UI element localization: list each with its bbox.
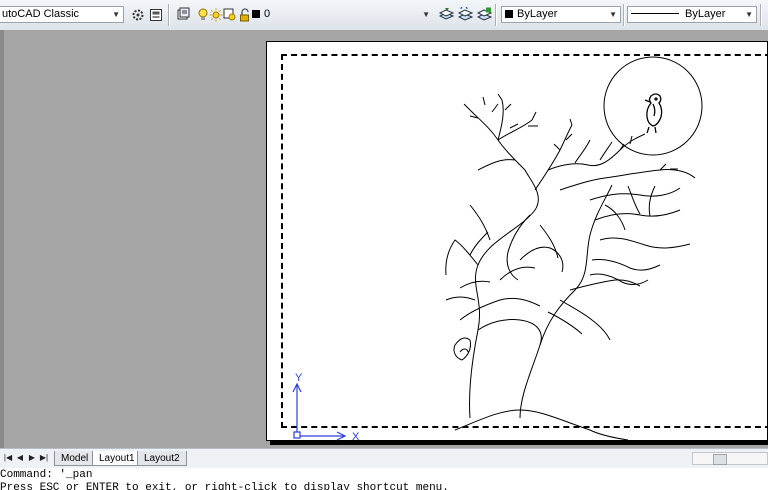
- tab-layout1-label: Layout1: [99, 453, 135, 464]
- ucs-icon: [292, 382, 347, 441]
- command-line-window[interactable]: Command: '_pan Press ESC or ENTER to exi…: [0, 468, 768, 490]
- tab-layout2-label: Layout2: [144, 453, 180, 464]
- tab-model[interactable]: Model: [54, 451, 96, 466]
- command-prompt-line: Press ESC or ENTER to exit, or right-cli…: [0, 482, 449, 490]
- ucs-x-label: X: [352, 431, 360, 443]
- bird-figure: [644, 93, 663, 134]
- layout-tab-bar: |◀ ◀ ▶ ▶| Model Layout1 Layout2: [0, 448, 768, 468]
- ucs-y-label: Y: [295, 372, 303, 384]
- drawing-canvas[interactable]: Y X: [0, 0, 768, 448]
- scrollbar-thumb[interactable]: [713, 454, 727, 465]
- last-tab-button[interactable]: ▶|: [39, 452, 49, 464]
- tab-layout2[interactable]: Layout2: [137, 451, 187, 466]
- first-tab-button[interactable]: |◀: [3, 452, 13, 464]
- moon-circle: [603, 56, 703, 156]
- command-history-line: Command: '_pan: [0, 469, 93, 481]
- tree-drawing: [445, 93, 696, 441]
- tab-layout1[interactable]: Layout1: [92, 451, 142, 466]
- tab-model-label: Model: [61, 453, 89, 464]
- next-tab-button[interactable]: ▶: [27, 452, 37, 464]
- horizontal-scrollbar[interactable]: [692, 452, 768, 465]
- previous-tab-button[interactable]: ◀: [15, 452, 25, 464]
